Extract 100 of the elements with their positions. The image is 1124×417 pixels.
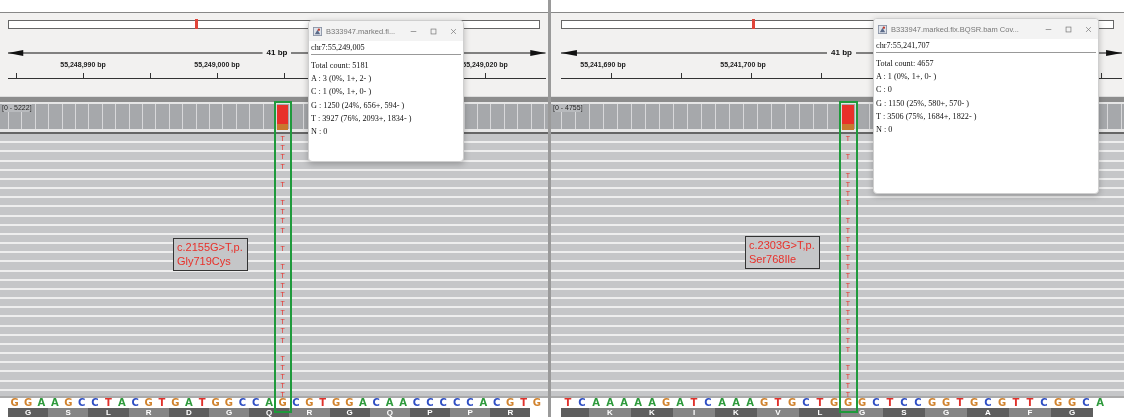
base-letter: A — [619, 398, 629, 408]
base-letter: C — [983, 398, 993, 408]
base-letter: A — [605, 398, 615, 408]
base-letter: T — [1025, 398, 1035, 408]
count-line: N : 0 — [876, 124, 894, 136]
base-letter: G — [277, 398, 288, 408]
base-letter: G — [660, 398, 672, 408]
base-letter: G — [1052, 398, 1064, 408]
amino-acid: R — [490, 408, 531, 417]
amino-acid: S — [883, 408, 925, 417]
base-letter: C — [492, 398, 502, 408]
base-letter: C — [1081, 398, 1091, 408]
base-letter: G — [223, 398, 235, 408]
base-letter: T — [318, 398, 328, 408]
amino-acid: P — [409, 408, 451, 417]
base-letter: T — [519, 398, 528, 408]
base-letter: C — [76, 398, 87, 408]
position-text: chr7:55,249,005 — [311, 43, 461, 55]
close-icon[interactable] — [1085, 25, 1092, 33]
base-letter: A — [647, 398, 657, 408]
amino-acid: P — [450, 408, 491, 417]
amino-acid: G — [841, 408, 883, 417]
base-letter: A — [591, 398, 601, 408]
base-letter: C — [130, 398, 140, 408]
base-letter: T — [1011, 398, 1021, 408]
base-letter: G — [926, 398, 938, 408]
base-letter: G — [786, 398, 798, 408]
amino-acid: G — [208, 408, 250, 417]
app-icon — [313, 26, 322, 36]
ideogram-marker — [752, 19, 755, 29]
span-label: 41 bp — [831, 48, 852, 57]
base-letter: T — [955, 398, 965, 408]
base-letter: G — [842, 398, 854, 408]
base-letter: A — [398, 398, 408, 408]
base-letter: A — [36, 398, 47, 408]
base-letter: T — [815, 398, 825, 408]
base-letter: G — [170, 398, 181, 408]
base-letter: G — [210, 398, 221, 408]
base-letter: C — [425, 398, 435, 408]
maximize-icon[interactable] — [1065, 25, 1072, 33]
mutation-label: c.2303G>T,p. Ser768Ile — [745, 236, 820, 269]
base-letter: G — [1066, 398, 1078, 408]
base-letter: C — [577, 398, 587, 408]
base-letter: G — [344, 398, 355, 408]
amino-acid: R — [289, 408, 330, 417]
count-line: A : 1 (0%, 1+, 0- ) — [876, 71, 938, 84]
base-letter: C — [1039, 398, 1049, 408]
position-text: chr7:55,241,707 — [876, 41, 1096, 53]
base-letter: G — [996, 398, 1008, 408]
base-letter: C — [90, 398, 100, 408]
mutation-label: c.2155G>T,p. Gly719Cys — [173, 238, 248, 271]
base-letter: C — [913, 398, 923, 408]
base-letter: T — [563, 398, 573, 408]
base-letter: A — [717, 398, 727, 408]
amino-acid: L — [799, 408, 841, 417]
count-line: T : 3506 (75%, 1684+, 1822- ) — [876, 110, 978, 123]
ideogram-marker — [195, 19, 198, 29]
count-line: N : 0 — [311, 126, 329, 138]
base-letter: G — [330, 398, 342, 408]
base-letter: A — [116, 398, 127, 408]
base-letter: G — [758, 398, 770, 408]
base-letter: G — [531, 398, 543, 408]
amino-acid: K — [715, 408, 757, 417]
amino-acid: G — [925, 408, 967, 417]
base-letter: C — [801, 398, 811, 408]
amino-acid: R — [128, 408, 169, 417]
close-icon[interactable] — [450, 27, 457, 35]
count-line: G : 1150 (25%, 580+, 570- ) — [876, 97, 970, 110]
base-letter: T — [157, 398, 167, 408]
base-letter: C — [451, 398, 462, 408]
base-letter: C — [237, 398, 247, 408]
base-letter: G — [63, 398, 74, 408]
base-letter: T — [689, 398, 699, 408]
amino-acid: Q — [249, 408, 290, 417]
amino-acid: G — [8, 408, 49, 417]
amino-acid: L — [88, 408, 129, 417]
count-line: Total count: 4657 — [876, 58, 935, 70]
amino-acid: S — [48, 408, 89, 417]
count-line: Total count: 5181 — [311, 60, 370, 72]
count-line: C : 1 (0%, 1+, 0- ) — [311, 86, 373, 99]
base-letter: C — [438, 398, 448, 408]
base-letter: G — [828, 398, 840, 408]
base-letter: G — [968, 398, 980, 408]
base-letter: C — [465, 398, 475, 408]
base-letter: A — [264, 398, 274, 408]
amino-acid: F — [1009, 408, 1051, 417]
count-line: A : 3 (0%, 1+, 2- ) — [311, 73, 373, 86]
count-line: C : 0 — [876, 84, 893, 97]
base-letter: G — [143, 398, 154, 408]
base-letter: G — [22, 398, 34, 408]
base-letter: G — [9, 398, 20, 408]
span-label: 41 bp — [266, 48, 288, 57]
base-letter: A — [357, 398, 368, 408]
app-icon — [878, 24, 887, 34]
base-letter: C — [251, 398, 261, 408]
base-letter: A — [731, 398, 741, 408]
amino-acid: V — [757, 408, 799, 417]
base-letter: G — [304, 398, 315, 408]
amino-acid: A — [967, 408, 1009, 417]
maximize-icon[interactable] — [430, 27, 437, 35]
